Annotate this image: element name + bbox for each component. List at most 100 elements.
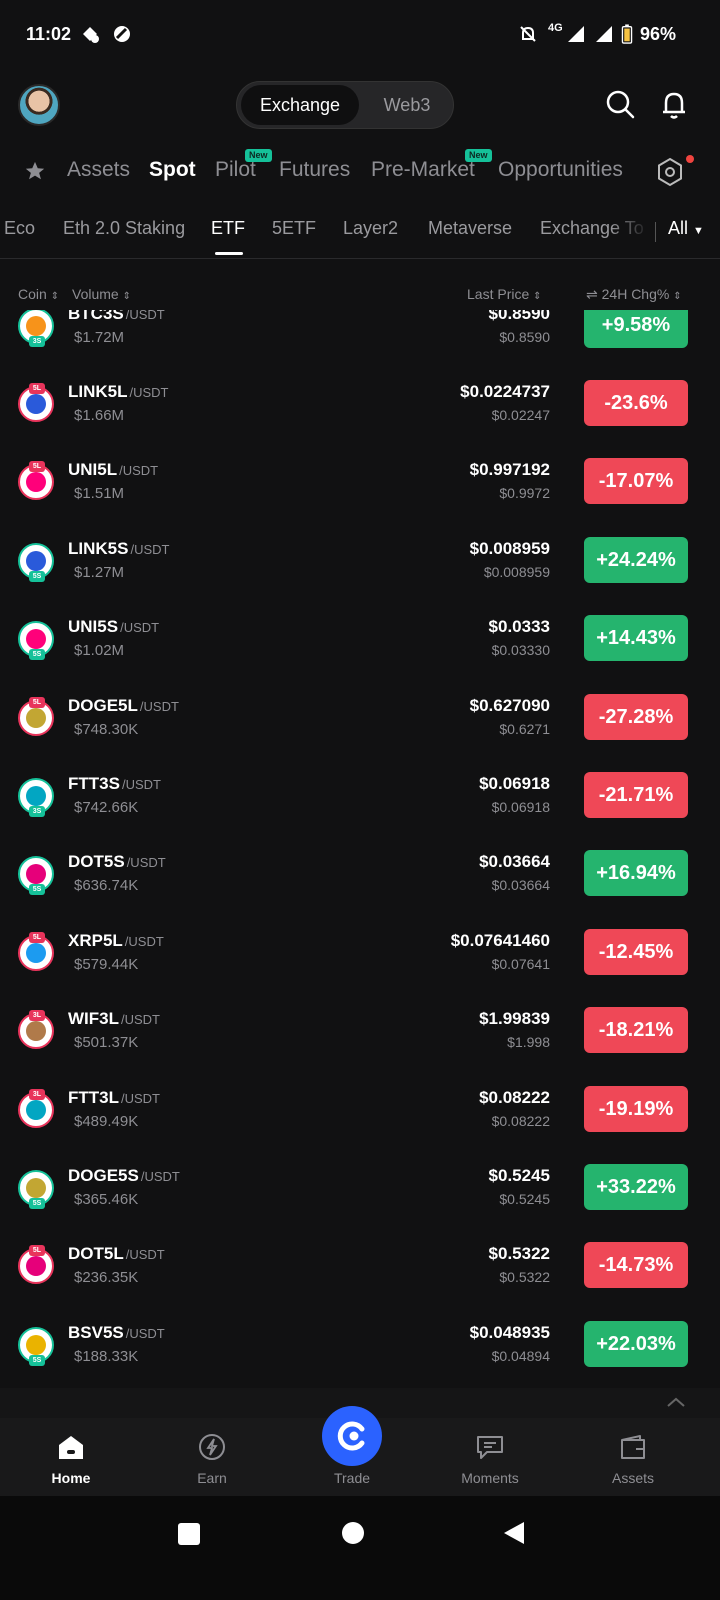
notification-icon [83, 27, 99, 43]
market-row[interactable]: 5L DOT5L/USDT $236.35K $0.5322 $0.5322 -14.73… [0, 1232, 720, 1312]
change-badge[interactable]: -23.6% [584, 380, 688, 426]
coin-icon: 5S [18, 1327, 54, 1366]
favorites-star-icon[interactable] [24, 160, 46, 182]
chevron-up-icon[interactable] [666, 1396, 686, 1408]
tab-spot[interactable]: Spot [149, 158, 196, 182]
tab-assets[interactable]: Assets [67, 158, 130, 182]
subtab-eth-staking[interactable]: Eth 2.0 Staking [63, 218, 185, 239]
change-badge[interactable]: +14.43% [584, 615, 688, 661]
tab-opportunities[interactable]: Opportunities [498, 158, 623, 182]
change-badge[interactable]: -27.28% [584, 694, 688, 740]
volume-value: $748.30K [74, 721, 139, 738]
subtab-etf[interactable]: ETF [211, 218, 245, 239]
market-row[interactable]: 5S BSV5S/USDT $188.33K $0.048935 $0.04894 +22… [0, 1311, 720, 1391]
nav-assets-label: Assets [611, 1470, 654, 1486]
coin-symbol: DOGE5L/USDT [68, 696, 179, 716]
col-price-label: Last Price [467, 286, 530, 302]
home-button[interactable] [342, 1522, 364, 1544]
market-row[interactable]: 5S LINK5S/USDT $1.27M $0.008959 $0.008959 +24… [0, 527, 720, 607]
leverage-tag: 3S [29, 336, 45, 347]
coin-logo [26, 864, 46, 884]
market-row[interactable]: 5L XRP5L/USDT $579.44K $0.07641460 $0.07641 -… [0, 919, 720, 999]
coin-logo [26, 708, 46, 728]
pair-text: /USDT [125, 1326, 165, 1341]
pair-text: /USDT [140, 1169, 180, 1184]
coin-logo [26, 551, 46, 571]
change-badge[interactable]: +33.22% [584, 1164, 688, 1210]
change-badge[interactable]: -12.45% [584, 929, 688, 975]
all-categories-dropdown[interactable]: All ▼ [668, 218, 704, 239]
avatar[interactable] [18, 84, 60, 126]
status-bar: 11:02 4G 96% [0, 0, 720, 70]
market-row[interactable]: 3S FTT3S/USDT $742.66K $0.06918 $0.06918 -21.… [0, 762, 720, 842]
recents-button[interactable] [178, 1523, 200, 1545]
swap-icon: ⇌ [586, 286, 598, 302]
change-badge[interactable]: -14.73% [584, 1242, 688, 1288]
volume-value: $1.72M [74, 329, 125, 346]
tab-futures[interactable]: Futures [279, 158, 350, 182]
symbol-text: DOT5L [68, 1244, 124, 1263]
sort-volume[interactable]: Volume ⇕ [72, 286, 131, 302]
nav-moments[interactable]: Moments [430, 1418, 550, 1496]
last-price-usd: $1.998 [507, 1034, 550, 1050]
sort-change[interactable]: ⇌ 24H Chg% ⇕ [586, 286, 682, 303]
subtab-eco[interactable]: Eco [4, 218, 35, 239]
divider [0, 258, 720, 259]
coin-logo [26, 786, 46, 806]
market-row[interactable]: 5S DOGE5S/USDT $365.46K $0.5245 $0.5245 +33.2… [0, 1154, 720, 1234]
market-row[interactable]: 5L LINK5L/USDT $1.66M $0.0224737 $0.02247 -23… [0, 370, 720, 450]
market-row[interactable]: 5S DOT5S/USDT $636.74K $0.03664 $0.03664 +16.… [0, 840, 720, 920]
nav-earn-label: Earn [197, 1470, 227, 1486]
battery-icon [621, 24, 633, 44]
market-row[interactable]: 5L UNI5L/USDT $1.51M $0.997192 $0.9972 -17.07… [0, 448, 720, 528]
coin-logo [26, 629, 46, 649]
settings-hex-icon[interactable] [654, 156, 686, 188]
volume-value: $188.33K [74, 1348, 139, 1365]
last-price-usd: $0.03664 [491, 877, 550, 893]
subtab-layer2[interactable]: Layer2 [343, 218, 398, 239]
segment-web3[interactable]: Web3 [363, 85, 451, 125]
change-badge[interactable]: -18.21% [584, 1007, 688, 1053]
new-badge: New [465, 149, 492, 162]
market-row[interactable]: 5S UNI5S/USDT $1.02M $0.0333 $0.03330 +14.43% [0, 605, 720, 685]
pair-text: /USDT [121, 777, 161, 792]
back-button[interactable] [502, 1520, 526, 1546]
market-row[interactable]: 5L DOGE5L/USDT $748.30K $0.627090 $0.6271 -27… [0, 684, 720, 764]
change-badge[interactable]: -19.19% [584, 1086, 688, 1132]
last-price-usd: $0.5322 [499, 1269, 550, 1285]
change-badge[interactable]: +9.58% [584, 310, 688, 348]
last-price: $0.0224737 [460, 382, 550, 401]
sort-coin[interactable]: Coin ⇕ [18, 286, 59, 302]
market-row[interactable]: 3S BTC3S/USDT $1.72M $0.8590 $0.8590 +9.58% [0, 310, 720, 372]
nav-earn[interactable]: Earn [152, 1418, 272, 1496]
market-row[interactable]: 3L FTT3L/USDT $489.49K $0.08222 $0.08222 -19.… [0, 1076, 720, 1156]
sort-last-price[interactable]: Last Price ⇕ [467, 286, 542, 302]
change-badge[interactable]: +16.94% [584, 850, 688, 896]
market-row[interactable]: 3L WIF3L/USDT $501.37K $1.99839 $1.998 -18.21… [0, 997, 720, 1077]
pair-text: /USDT [124, 934, 164, 949]
change-badge[interactable]: -17.07% [584, 458, 688, 504]
symbol-text: LINK5L [68, 382, 128, 401]
subtab-metaverse[interactable]: Metaverse [428, 218, 512, 239]
tab-pre-market[interactable]: Pre-Market [371, 158, 475, 182]
change-badge[interactable]: -21.71% [584, 772, 688, 818]
last-price-usd: $0.9972 [499, 485, 550, 501]
last-price: $0.048935 [469, 1323, 550, 1342]
nav-home[interactable]: Home [11, 1418, 131, 1496]
leverage-tag: 5S [29, 1355, 45, 1366]
volume-value: $579.44K [74, 956, 139, 973]
leverage-tag: 5L [29, 383, 45, 394]
exchange-web3-switch[interactable]: Exchange Web3 [236, 81, 454, 129]
pair-text: /USDT [119, 463, 159, 478]
symbol-text: LINK5S [68, 539, 129, 558]
change-badge[interactable]: +24.24% [584, 537, 688, 583]
nav-assets[interactable]: Assets [573, 1418, 693, 1496]
subtab-5etf[interactable]: 5ETF [272, 218, 316, 239]
battery-percent: 96% [639, 24, 676, 44]
change-badge[interactable]: +22.03% [584, 1321, 688, 1367]
trade-button[interactable] [322, 1406, 382, 1466]
bell-icon[interactable] [658, 88, 690, 120]
leverage-tag: 5L [29, 1245, 45, 1256]
segment-exchange[interactable]: Exchange [241, 85, 359, 125]
search-icon[interactable] [604, 88, 636, 120]
